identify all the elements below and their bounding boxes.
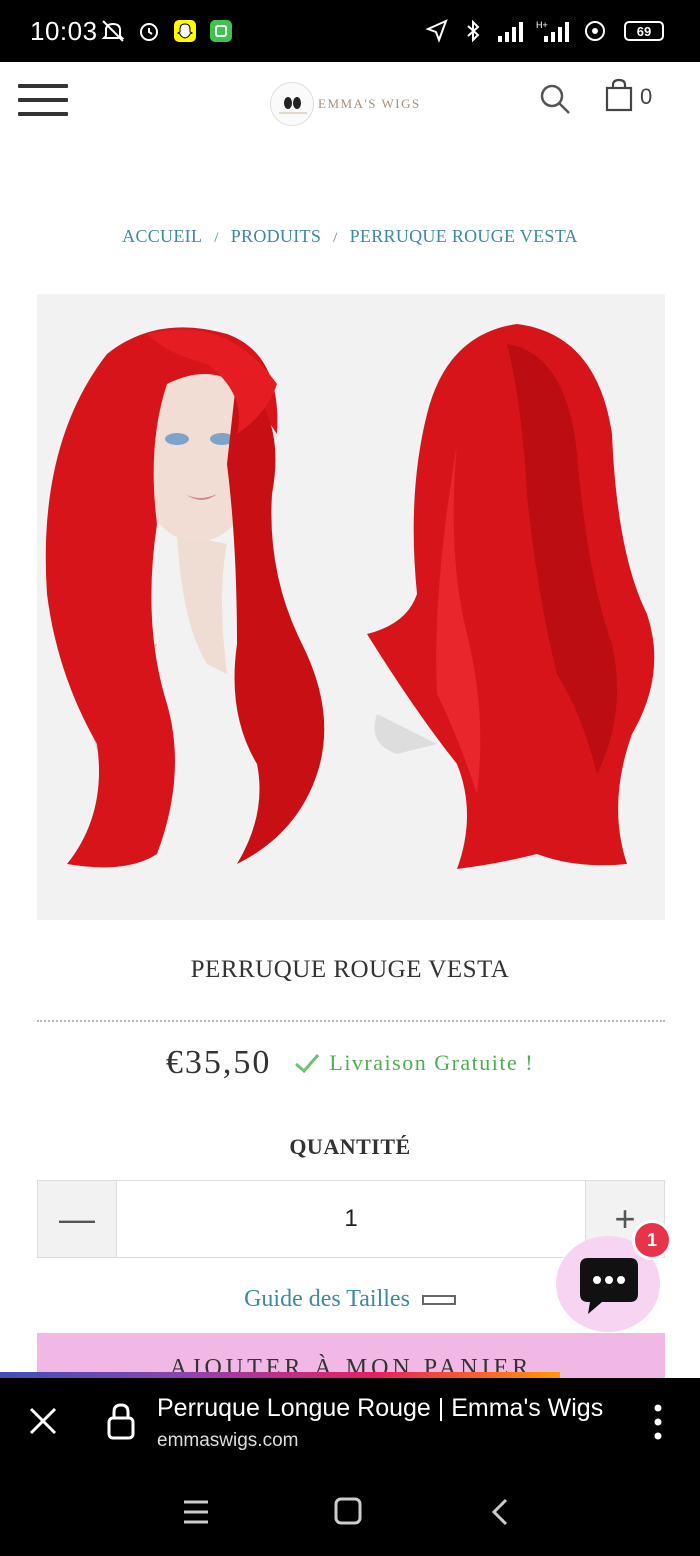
status-right-icons: H+ 69 bbox=[424, 18, 664, 44]
logo-emblem bbox=[270, 82, 314, 126]
logo-text: EMMA'S WIGS bbox=[318, 96, 421, 111]
shipping-text: Livraison Gratuite ! bbox=[329, 1050, 535, 1075]
chat-notification-badge: 1 bbox=[632, 1220, 672, 1260]
home-icon[interactable] bbox=[328, 1494, 368, 1530]
close-icon[interactable] bbox=[26, 1404, 60, 1438]
menu-icon[interactable] bbox=[18, 84, 68, 118]
signal-h-icon: H+ bbox=[536, 20, 569, 42]
site-logo[interactable]: EMMA'S WIGS bbox=[270, 82, 421, 126]
site-header: EMMA'S WIGS 0 bbox=[0, 62, 700, 142]
recent-apps-icon[interactable] bbox=[176, 1494, 216, 1530]
status-bar: 10:03 H+ 69 bbox=[0, 0, 700, 62]
quantity-input[interactable]: 1 bbox=[116, 1181, 586, 1257]
system-nav-bar bbox=[0, 1468, 700, 1556]
battery-indicator: 69 bbox=[624, 21, 664, 41]
cart-count[interactable]: 0 bbox=[640, 84, 652, 110]
quantity-label: QUANTITÉ bbox=[289, 1134, 411, 1159]
ruler-icon bbox=[421, 1294, 456, 1305]
bluetooth-icon bbox=[467, 19, 480, 43]
breadcrumb-separator: / bbox=[214, 230, 219, 246]
breadcrumb-home[interactable]: ACCUEIL bbox=[122, 226, 202, 246]
hotspot-icon bbox=[585, 21, 605, 41]
shopping-bag-icon[interactable] bbox=[604, 78, 634, 112]
status-left-icons bbox=[100, 18, 234, 44]
divider bbox=[37, 1020, 665, 1022]
app-notification-icon bbox=[210, 20, 232, 42]
breadcrumb-products[interactable]: PRODUITS bbox=[231, 226, 321, 246]
mute-notification-icon bbox=[101, 20, 125, 42]
lock-icon[interactable] bbox=[106, 1402, 136, 1440]
product-title: PERRUQUE ROUGE VESTA bbox=[190, 956, 510, 983]
snapchat-icon bbox=[174, 20, 196, 42]
product-price: €35,50 bbox=[165, 1044, 272, 1081]
signal-icon bbox=[498, 22, 523, 42]
svg-text:H+: H+ bbox=[536, 20, 548, 30]
alarm-icon bbox=[140, 23, 158, 41]
back-icon[interactable] bbox=[480, 1494, 520, 1530]
browser-url[interactable]: emmaswigs.com bbox=[157, 1430, 298, 1452]
free-shipping-note: Livraison Gratuite ! bbox=[293, 1050, 534, 1076]
breadcrumb-current[interactable]: PERRUQUE ROUGE VESTA bbox=[350, 226, 578, 246]
browser-toolbar: Perruque Longue Rouge | Emma's Wigs emma… bbox=[0, 1378, 700, 1468]
wig-photo bbox=[45, 324, 655, 869]
product-image[interactable] bbox=[37, 294, 665, 920]
status-time: 10:03 bbox=[30, 16, 98, 46]
breadcrumb: ACCUEIL / PRODUITS / PERRUQUE ROUGE VESTA bbox=[0, 226, 700, 247]
quantity-decrease-button[interactable]: — bbox=[38, 1181, 116, 1257]
location-icon bbox=[425, 19, 448, 43]
check-icon bbox=[295, 1054, 320, 1074]
size-guide-label: Guide des Tailles bbox=[244, 1286, 410, 1312]
browser-page-title[interactable]: Perruque Longue Rouge | Emma's Wigs bbox=[157, 1394, 613, 1423]
breadcrumb-separator: / bbox=[333, 230, 338, 246]
search-icon[interactable] bbox=[538, 82, 572, 116]
more-options-icon[interactable] bbox=[648, 1402, 668, 1442]
price-row: €35,50 Livraison Gratuite ! bbox=[0, 1044, 700, 1082]
